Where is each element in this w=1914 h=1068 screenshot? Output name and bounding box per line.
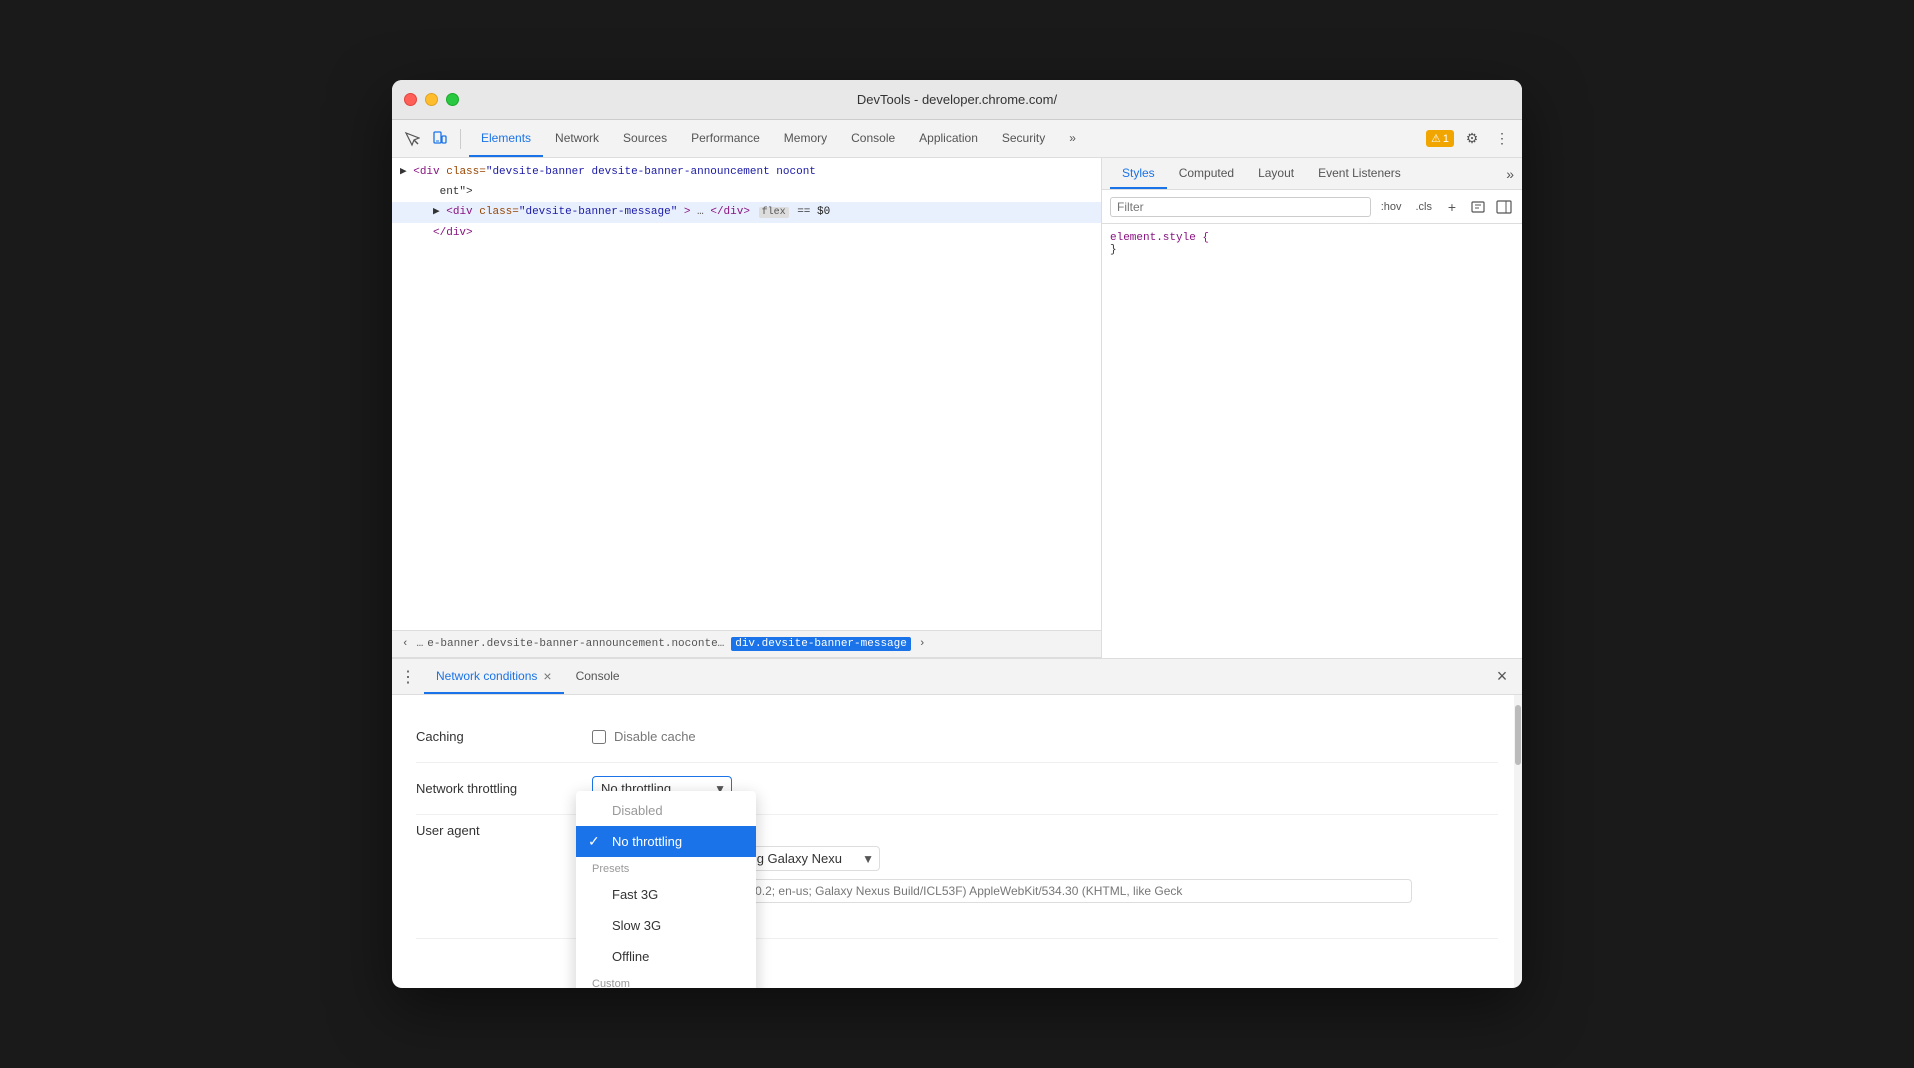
throttling-dropdown: Disabled ✓ No throttling Presets Fast 3G… bbox=[576, 791, 756, 988]
throttling-label: Network throttling bbox=[416, 781, 576, 796]
caching-control: Disable cache bbox=[592, 729, 1498, 744]
warning-icon: ⚠ bbox=[1431, 132, 1441, 145]
maximize-button[interactable] bbox=[446, 93, 459, 106]
dropdown-group-custom: Custom bbox=[576, 972, 756, 988]
bottom-drawer: ⋮ Network conditions × Console × Caching… bbox=[392, 658, 1522, 988]
dropdown-item-fast3g[interactable]: Fast 3G bbox=[576, 879, 756, 910]
styles-tab-event-listeners[interactable]: Event Listeners bbox=[1306, 158, 1413, 189]
dropdown-item-disabled[interactable]: Disabled bbox=[576, 795, 756, 826]
check-icon: ✓ bbox=[588, 833, 600, 850]
new-style-rule-icon[interactable] bbox=[1468, 197, 1488, 217]
dropdown-group-presets: Presets bbox=[576, 857, 756, 879]
network-conditions-content: Caching Disable cache Network throttling… bbox=[392, 695, 1522, 955]
caching-row: Caching Disable cache bbox=[416, 711, 1498, 763]
dropdown-item-no-throttling-label: No throttling bbox=[612, 834, 682, 849]
tab-application[interactable]: Application bbox=[907, 120, 990, 157]
dropdown-item-no-throttling[interactable]: ✓ No throttling bbox=[576, 826, 756, 857]
warning-badge[interactable]: ⚠ 1 bbox=[1426, 130, 1454, 147]
network-throttling-row: Network throttling No throttling ▼ Disab… bbox=[416, 763, 1498, 815]
window-title: DevTools - developer.chrome.com/ bbox=[857, 92, 1057, 107]
devtools-toolbar: Elements Network Sources Performance Mem… bbox=[392, 120, 1522, 158]
dropdown-item-fast3g-label: Fast 3G bbox=[612, 887, 658, 902]
hov-button[interactable]: :hov bbox=[1377, 199, 1406, 215]
drawer-scrollbar-track[interactable] bbox=[1514, 695, 1522, 988]
caching-label: Caching bbox=[416, 729, 576, 744]
element-style-selector: element.style { bbox=[1110, 232, 1209, 244]
more-options-icon[interactable]: ⋮ bbox=[1490, 127, 1514, 151]
styles-tabs: Styles Computed Layout Event Listeners » bbox=[1102, 158, 1522, 190]
dom-line-3: ▶ <div class="devsite-banner-message" > … bbox=[392, 202, 1101, 223]
toolbar-right: ⚠ 1 ⚙ ⋮ bbox=[1426, 127, 1514, 151]
tab-sources[interactable]: Sources bbox=[611, 120, 679, 157]
tab-security[interactable]: Security bbox=[990, 120, 1057, 157]
settings-icon[interactable]: ⚙ bbox=[1460, 127, 1484, 151]
drawer-scrollbar-thumb[interactable] bbox=[1515, 705, 1521, 765]
dom-line-4: </div> bbox=[392, 223, 1101, 243]
drawer-tab-close-network-conditions[interactable]: × bbox=[543, 668, 551, 684]
select-element-icon[interactable] bbox=[400, 127, 424, 151]
traffic-lights bbox=[404, 93, 459, 106]
dropdown-item-slow3g-label: Slow 3G bbox=[612, 918, 661, 933]
breadcrumb-bar: ‹ … e-banner.devsite-banner-announcement… bbox=[392, 630, 1101, 658]
device-toolbar-icon[interactable] bbox=[428, 127, 452, 151]
breadcrumb-right-arrow[interactable]: › bbox=[915, 638, 930, 650]
tab-performance[interactable]: Performance bbox=[679, 120, 772, 157]
element-style-rule: element.style { } bbox=[1110, 232, 1514, 256]
user-agent-label: User agent bbox=[416, 823, 576, 838]
tab-memory[interactable]: Memory bbox=[772, 120, 839, 157]
element-style-close: } bbox=[1110, 244, 1117, 256]
dom-line-1: ▶ <div class="devsite-banner devsite-ban… bbox=[392, 162, 1101, 182]
drawer-close-button[interactable]: × bbox=[1490, 665, 1514, 689]
main-area: ▶ <div class="devsite-banner devsite-ban… bbox=[392, 158, 1522, 658]
title-bar: DevTools - developer.chrome.com/ bbox=[392, 80, 1522, 120]
breadcrumb-item-1[interactable]: e-banner.devsite-banner-announcement.noc… bbox=[427, 638, 727, 650]
dom-content: ▶ <div class="devsite-banner devsite-ban… bbox=[392, 158, 1101, 630]
devtools-window: DevTools - developer.chrome.com/ Element… bbox=[392, 80, 1522, 988]
drawer-tab-label-console: Console bbox=[576, 669, 620, 683]
warning-count: 1 bbox=[1443, 133, 1449, 145]
caching-checkbox[interactable] bbox=[592, 730, 606, 744]
styles-tab-layout[interactable]: Layout bbox=[1246, 158, 1306, 189]
dropdown-item-offline[interactable]: Offline bbox=[576, 941, 756, 972]
minimize-button[interactable] bbox=[425, 93, 438, 106]
breadcrumb-item-2[interactable]: div.devsite-banner-message bbox=[731, 637, 911, 651]
add-style-icon[interactable]: + bbox=[1442, 197, 1462, 217]
caching-checkbox-label: Disable cache bbox=[614, 729, 696, 744]
tab-elements[interactable]: Elements bbox=[469, 120, 543, 157]
drawer-tab-network-conditions[interactable]: Network conditions × bbox=[424, 659, 564, 694]
styles-content: element.style { } bbox=[1102, 224, 1522, 658]
dom-panel: ▶ <div class="devsite-banner devsite-ban… bbox=[392, 158, 1102, 658]
styles-tab-styles[interactable]: Styles bbox=[1110, 158, 1167, 189]
tab-network[interactable]: Network bbox=[543, 120, 611, 157]
dropdown-item-offline-label: Offline bbox=[612, 949, 649, 964]
toggle-sidebar-icon[interactable] bbox=[1494, 197, 1514, 217]
drawer-tab-bar: ⋮ Network conditions × Console × bbox=[392, 659, 1522, 695]
styles-filter-input[interactable] bbox=[1110, 197, 1371, 217]
close-button[interactable] bbox=[404, 93, 417, 106]
dropdown-item-slow3g[interactable]: Slow 3G bbox=[576, 910, 756, 941]
styles-tab-computed[interactable]: Computed bbox=[1167, 158, 1246, 189]
breadcrumb-ellipsis: … bbox=[417, 638, 424, 650]
styles-filter-bar: :hov .cls + bbox=[1102, 190, 1522, 224]
drawer-tab-label-network-conditions: Network conditions bbox=[436, 669, 537, 683]
tab-more[interactable]: » bbox=[1057, 120, 1088, 157]
breadcrumb-left-arrow[interactable]: ‹ bbox=[398, 638, 413, 650]
drawer-tab-console[interactable]: Console bbox=[564, 659, 632, 694]
toolbar-separator-1 bbox=[460, 129, 461, 149]
dom-line-2: ent"> bbox=[392, 182, 1101, 202]
dropdown-item-disabled-label: Disabled bbox=[612, 803, 663, 818]
main-tab-bar: Elements Network Sources Performance Mem… bbox=[469, 120, 1422, 157]
cls-button[interactable]: .cls bbox=[1412, 199, 1437, 215]
drawer-menu-icon[interactable]: ⋮ bbox=[400, 667, 416, 687]
styles-panel: Styles Computed Layout Event Listeners »… bbox=[1102, 158, 1522, 658]
styles-more-tabs[interactable]: » bbox=[1506, 166, 1514, 182]
tab-console[interactable]: Console bbox=[839, 120, 907, 157]
